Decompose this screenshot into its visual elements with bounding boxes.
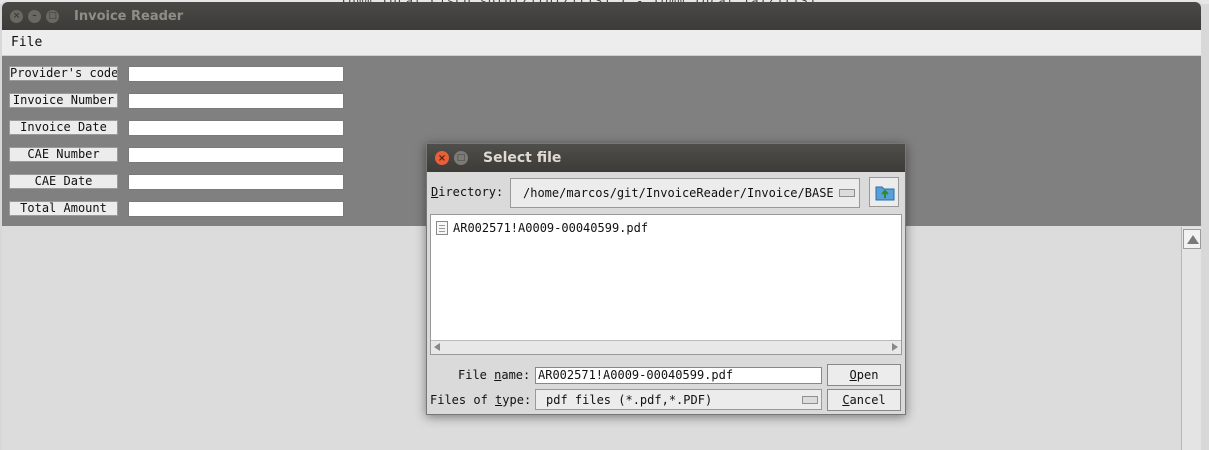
cancel-button[interactable]: Cancel [827, 389, 901, 411]
files-of-type-label: Files of type: [430, 393, 532, 407]
directory-combo[interactable]: /home/marcos/git/InvoiceReader/Invoice/B… [510, 178, 860, 208]
invoice-date-button[interactable]: Invoice Date [9, 120, 118, 135]
maximize-icon[interactable]: □ [46, 9, 59, 23]
maximize-icon[interactable]: □ [454, 151, 468, 165]
vertical-scrollbar[interactable] [1181, 227, 1201, 450]
main-titlebar: × – □ Invoice Reader [2, 2, 1201, 30]
minimize-icon[interactable]: – [28, 9, 41, 23]
dialog-title: Select file [483, 150, 562, 166]
file-name-input[interactable]: AR002571!A0009-00040599.pdf [535, 367, 822, 384]
cae-date-button[interactable]: CAE Date [9, 174, 118, 189]
invoice-date-field[interactable] [128, 120, 344, 136]
providers-code-button[interactable]: Provider's code [9, 66, 118, 81]
files-of-type-value: pdf files (*.pdf,*.PDF) [546, 393, 713, 407]
cae-date-field[interactable] [128, 174, 344, 190]
cae-number-field[interactable] [128, 147, 344, 163]
scroll-left-icon[interactable] [434, 343, 440, 351]
list-item[interactable]: AR002571!A0009-00040599.pdf [436, 221, 648, 235]
scroll-up-button[interactable] [1183, 229, 1201, 249]
menu-file[interactable]: File [11, 35, 42, 50]
up-folder-button[interactable] [869, 177, 899, 207]
horizontal-scrollbar[interactable] [431, 340, 901, 354]
open-button[interactable]: Open [827, 364, 901, 386]
select-file-dialog: × □ Select file Directory: /home/marcos/… [426, 143, 906, 415]
providers-code-field[interactable] [128, 66, 344, 82]
file-list[interactable]: AR002571!A0009-00040599.pdf [430, 214, 902, 355]
file-name-label: File name: [458, 368, 531, 382]
close-icon[interactable]: × [435, 151, 449, 165]
total-amount-button[interactable]: Total Amount [9, 201, 118, 216]
files-of-type-combo[interactable]: pdf files (*.pdf,*.PDF) [535, 389, 822, 410]
menubar: File [2, 30, 1201, 56]
total-amount-field[interactable] [128, 201, 344, 217]
dropdown-icon[interactable] [839, 189, 855, 197]
directory-label: Directory: [431, 185, 504, 199]
file-icon [436, 221, 448, 235]
directory-path: /home/marcos/git/InvoiceReader/Invoice/B… [523, 186, 834, 200]
scroll-right-icon[interactable] [892, 343, 898, 351]
dialog-titlebar: × □ Select file [427, 144, 905, 172]
invoice-number-button[interactable]: Invoice Number [9, 93, 118, 108]
dropdown-icon[interactable] [802, 396, 818, 404]
close-icon[interactable]: × [10, 9, 23, 23]
up-arrow-icon [1187, 235, 1199, 244]
invoice-number-field[interactable] [128, 93, 344, 109]
up-folder-icon [875, 186, 895, 201]
window-title: Invoice Reader [74, 8, 184, 24]
file-entry-name: AR002571!A0009-00040599.pdf [453, 221, 649, 235]
cae-number-button[interactable]: CAE Number [9, 147, 118, 162]
